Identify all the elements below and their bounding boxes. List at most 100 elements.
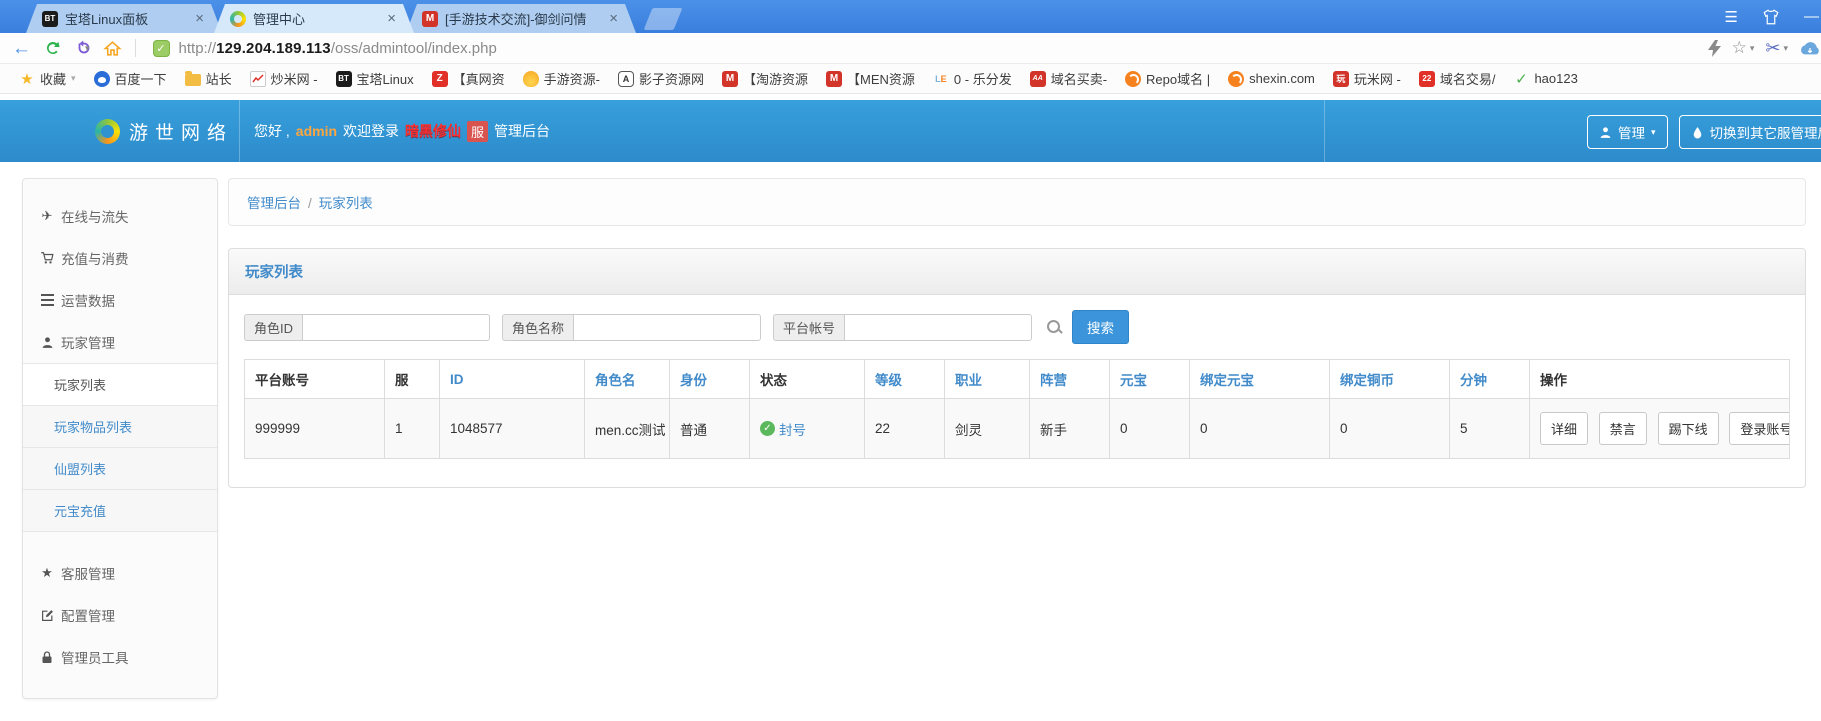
col-role-name[interactable]: 角色名 <box>585 360 670 399</box>
bookmark-yuming-maimai[interactable]: AA 域名买卖- <box>1021 69 1116 88</box>
bookmark-yuming-jiaoyi[interactable]: 22 域名交易/ <box>1410 69 1505 88</box>
panel-body: 角色ID 角色名称 平台帐号 搜索 <box>229 295 1805 487</box>
breadcrumb-root-link[interactable]: 管理后台 <box>247 196 301 211</box>
skin-theme-icon[interactable] <box>1762 8 1780 26</box>
detail-button[interactable]: 详细 <box>1540 412 1588 445</box>
url-host: 129.204.189.113 <box>216 40 331 57</box>
tab-game-forum[interactable]: M [手游技术交流]-御剑问情 × <box>406 4 636 33</box>
bookmark-zhanzhang[interactable]: 站长 <box>176 69 241 88</box>
main-area: 管理后台/玩家列表 玩家列表 角色ID 角色名称 平台帐号 <box>228 162 1806 488</box>
col-id[interactable]: ID <box>440 360 585 399</box>
bookmark-repo[interactable]: Repo域名 | <box>1116 69 1219 88</box>
browser-menu-icon[interactable]: ☰ <box>1725 8 1738 26</box>
close-tab-icon[interactable]: × <box>385 10 398 27</box>
breadcrumb: 管理后台/玩家列表 <box>228 178 1806 226</box>
cell-job: 剑灵 <box>945 399 1030 459</box>
sidebar-subitem-guild-list[interactable]: 仙盟列表 <box>23 447 217 489</box>
kick-offline-button[interactable]: 踢下线 <box>1658 412 1719 445</box>
col-level[interactable]: 等级 <box>865 360 945 399</box>
col-job[interactable]: 职业 <box>945 360 1030 399</box>
sidebar-item-recharge-consume[interactable]: 充值与消费 <box>23 237 217 279</box>
tab-baota-panel[interactable]: BT 宝塔Linux面板 × <box>26 4 222 33</box>
bookmark-zhenwangzi[interactable]: Z 【真网资 <box>423 69 514 88</box>
sidebar-item-player-management[interactable]: 玩家管理 <box>23 321 217 363</box>
bookmark-hao123[interactable]: ✓ hao123 <box>1504 71 1586 87</box>
sidebar-subitem-player-items[interactable]: 玩家物品列表 <box>23 405 217 447</box>
sidebar-item-customer-service[interactable]: ★ 客服管理 <box>23 552 217 594</box>
sidebar-item-admin-tools[interactable]: 管理员工具 <box>23 636 217 678</box>
col-yuanbao[interactable]: 元宝 <box>1110 360 1190 399</box>
address-bar[interactable]: ✓ http://129.204.189.113/oss/admintool/i… <box>149 40 1695 57</box>
role-id-input[interactable] <box>302 314 490 341</box>
favorites-dropdown-icon[interactable]: ▾ <box>71 73 76 84</box>
close-tab-icon[interactable]: × <box>193 10 206 27</box>
bookmark-label: hao123 <box>1534 71 1577 86</box>
bookmark-chaomi[interactable]: 炒米网 - <box>241 69 327 88</box>
minimize-window-icon[interactable]: — <box>1804 8 1819 25</box>
sidebar-item-operation-data[interactable]: 运营数据 <box>23 279 217 321</box>
page-url[interactable]: http://129.204.189.113/oss/admintool/ind… <box>179 40 497 57</box>
bookmark-label: shexin.com <box>1249 71 1315 86</box>
screenshot-scissors-icon[interactable]: ✂ <box>1765 38 1780 59</box>
bookmark-lefenfa[interactable]: LE 0 - 乐分发 <box>924 69 1021 88</box>
undo-icon[interactable] <box>75 39 93 57</box>
col-bind-yuanbao[interactable]: 绑定元宝 <box>1190 360 1330 399</box>
bookmark-baidu[interactable]: 百度一下 <box>85 69 176 88</box>
bookmark-yingzi[interactable]: A 影子资源网 <box>609 69 713 88</box>
site-safety-shield-icon[interactable]: ✓ <box>153 40 170 57</box>
server-badge: 服 <box>467 121 488 142</box>
a-logo-icon: A <box>618 71 634 87</box>
col-status: 状态 <box>750 360 865 399</box>
role-name-label: 角色名称 <box>502 314 573 341</box>
bookmark-favorites[interactable]: ★ 收藏 ▾ <box>10 69 85 88</box>
ban-link[interactable]: 封号 <box>779 419 806 439</box>
screenshot-dropdown-icon[interactable]: ▾ <box>1783 43 1788 54</box>
cloud-sync-icon[interactable] <box>1799 40 1821 56</box>
home-icon[interactable] <box>103 39 122 58</box>
switch-server-button[interactable]: 切换到其它服管理后台 <box>1679 115 1821 149</box>
search-icon[interactable] <box>1046 319 1062 335</box>
search-button[interactable]: 搜索 <box>1072 310 1129 344</box>
new-tab-button[interactable] <box>644 8 683 30</box>
refresh-icon[interactable] <box>44 39 62 57</box>
bookmark-taoyou[interactable]: M 【淘游资源 <box>713 69 817 88</box>
col-minutes[interactable]: 分钟 <box>1450 360 1530 399</box>
sidebar-item-label: 客服管理 <box>61 563 115 583</box>
bookmark-star-icon[interactable]: ☆ <box>1732 38 1747 58</box>
tab-title: [手游技术交流]-御剑问情 <box>445 9 600 28</box>
admin-menu-button[interactable]: 管理 ▾ <box>1587 115 1668 149</box>
undo-dropdown-icon[interactable]: ▾ <box>85 43 90 54</box>
bookmark-shouyou[interactable]: 手游资源- <box>514 69 609 88</box>
sidebar-item-label: 在线与流失 <box>61 206 129 226</box>
bookmark-men[interactable]: M 【MEN资源 <box>817 69 924 88</box>
close-tab-icon[interactable]: × <box>607 10 620 27</box>
sidebar-subitem-yuanbao-recharge[interactable]: 元宝充值 <box>23 489 217 532</box>
role-name-input[interactable] <box>573 314 761 341</box>
col-bind-copper[interactable]: 绑定铜币 <box>1330 360 1450 399</box>
undo-control[interactable]: ▾ <box>75 39 90 57</box>
back-icon[interactable]: ← <box>12 39 31 58</box>
player-table: 平台账号 服 ID 角色名 身份 状态 等级 职业 阵营 元宝 绑定元宝 <box>244 359 1790 459</box>
tab-admin-center[interactable]: 管理中心 × <box>214 4 414 33</box>
sidebar-item-online-loss[interactable]: ✈ 在线与流失 <box>23 195 217 237</box>
breadcrumb-current-link[interactable]: 玩家列表 <box>319 196 373 211</box>
logo-text: 游世网络 <box>129 118 233 145</box>
bookmark-shexin[interactable]: shexin.com <box>1219 71 1324 87</box>
bookmark-label: 影子资源网 <box>639 69 704 88</box>
platform-account-input[interactable] <box>844 314 1032 341</box>
bookmark-baota[interactable]: BT 宝塔Linux <box>327 69 423 88</box>
role-id-label: 角色ID <box>244 314 302 341</box>
sidebar-subitem-player-list[interactable]: 玩家列表 <box>23 363 217 405</box>
bookmark-dropdown-icon[interactable]: ▾ <box>1750 43 1755 54</box>
user-icon <box>1599 126 1612 139</box>
mute-button[interactable]: 禁言 <box>1599 412 1647 445</box>
cell-platform-account: 999999 <box>245 399 385 459</box>
login-account-button[interactable]: 登录账号 <box>1729 412 1789 445</box>
search-row: 角色ID 角色名称 平台帐号 搜索 <box>244 310 1790 344</box>
cell-actions: 详细 禁言 踢下线 登录账号 <box>1530 399 1790 459</box>
col-camp[interactable]: 阵营 <box>1030 360 1110 399</box>
col-identity[interactable]: 身份 <box>670 360 750 399</box>
bookmark-wanmi[interactable]: 玩 玩米网 - <box>1324 69 1410 88</box>
flash-speed-icon[interactable] <box>1708 40 1721 57</box>
sidebar-item-config-management[interactable]: 配置管理 <box>23 594 217 636</box>
